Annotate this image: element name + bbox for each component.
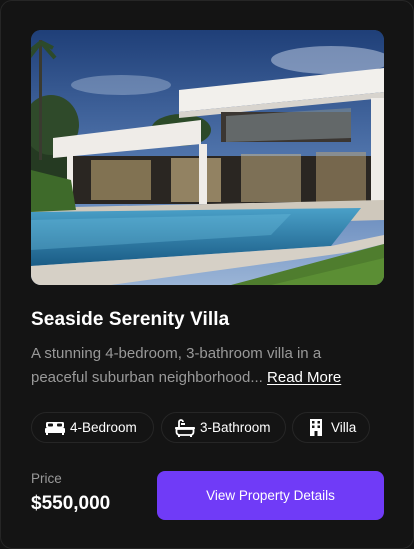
building-icon [305,419,327,437]
feature-label: 4-Bedroom [70,420,137,435]
villa-photo-illustration [31,30,384,285]
feature-chip-type: Villa [292,412,370,443]
bathtub-icon [174,418,196,437]
property-description: A stunning 4-bedroom, 3-bathroom villa i… [31,342,381,390]
property-photo[interactable] [31,30,384,285]
bed-icon [44,419,66,437]
feature-chip-bedrooms: 4-Bedroom [31,412,154,443]
property-title: Seaside Serenity Villa [31,309,230,330]
view-property-details-button[interactable]: View Property Details [157,471,384,520]
read-more-link[interactable]: Read More [267,369,341,386]
feature-chip-bathrooms: 3-Bathroom [161,412,286,443]
property-card: Seaside Serenity Villa A stunning 4-bedr… [0,0,414,549]
price-label: Price [31,471,62,486]
feature-label: Villa [331,420,357,435]
price-value: $550,000 [31,493,111,514]
feature-label: 3-Bathroom [200,420,271,435]
